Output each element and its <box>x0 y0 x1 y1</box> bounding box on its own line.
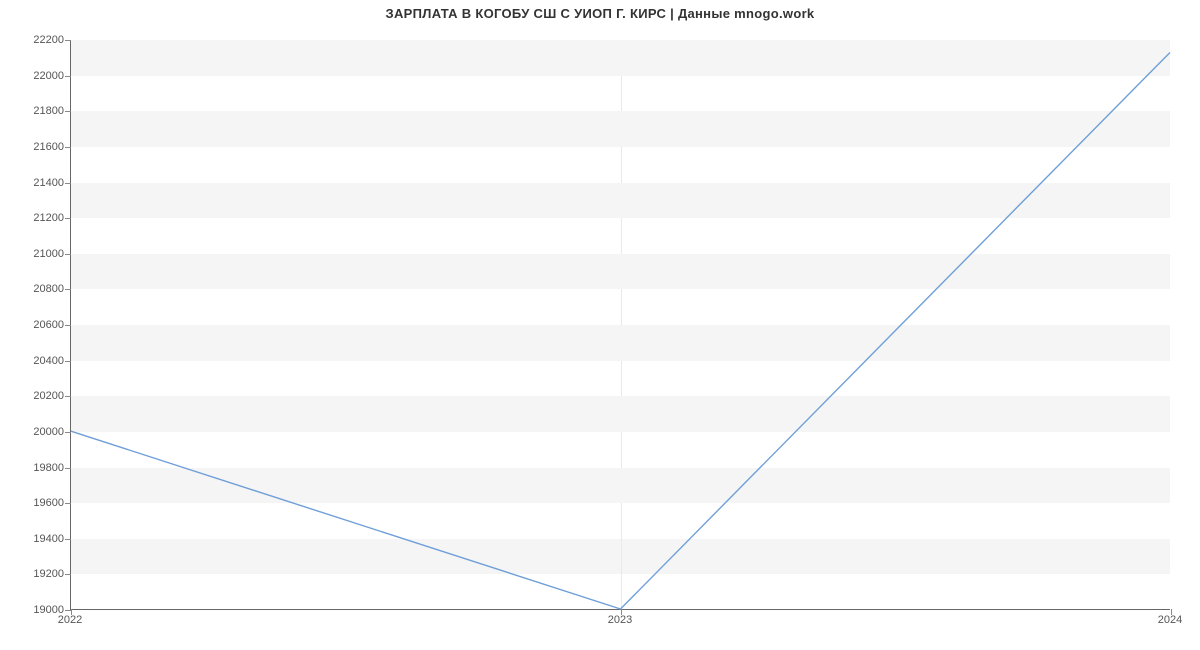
y-tick <box>65 325 71 326</box>
y-tick <box>65 289 71 290</box>
chart-container: ЗАРПЛАТА В КОГОБУ СШ С УИОП Г. КИРС | Да… <box>0 0 1200 650</box>
y-tick <box>65 468 71 469</box>
y-axis-label: 19800 <box>9 462 64 474</box>
y-axis-label: 22000 <box>9 70 64 82</box>
x-axis-label: 2022 <box>58 614 82 626</box>
line-series-layer <box>71 40 1170 609</box>
y-tick <box>65 503 71 504</box>
y-tick <box>65 396 71 397</box>
y-axis-label: 19200 <box>9 568 64 580</box>
y-axis-label: 21200 <box>9 212 64 224</box>
y-axis-label: 19400 <box>9 533 64 545</box>
y-axis-label: 20200 <box>9 390 64 402</box>
y-axis-label: 20400 <box>9 355 64 367</box>
y-tick <box>65 361 71 362</box>
x-axis-label: 2023 <box>608 614 632 626</box>
plot-area <box>70 40 1170 610</box>
y-tick <box>65 76 71 77</box>
x-axis-label: 2024 <box>1158 614 1182 626</box>
y-tick <box>65 111 71 112</box>
y-tick <box>65 147 71 148</box>
y-tick <box>65 183 71 184</box>
y-tick <box>65 539 71 540</box>
y-tick <box>65 574 71 575</box>
salary-line-series <box>71 52 1170 609</box>
y-axis-label: 20000 <box>9 426 64 438</box>
y-axis-label: 20800 <box>9 283 64 295</box>
y-tick <box>65 40 71 41</box>
y-axis-label: 22200 <box>9 34 64 46</box>
y-tick <box>65 432 71 433</box>
y-axis-label: 19600 <box>9 497 64 509</box>
y-axis-label: 20600 <box>9 319 64 331</box>
y-axis-label: 21000 <box>9 248 64 260</box>
chart-title: ЗАРПЛАТА В КОГОБУ СШ С УИОП Г. КИРС | Да… <box>0 6 1200 21</box>
y-axis-label: 21600 <box>9 141 64 153</box>
y-tick <box>65 218 71 219</box>
y-axis-label: 19000 <box>9 604 64 616</box>
y-axis-label: 21400 <box>9 177 64 189</box>
y-axis-label: 21800 <box>9 105 64 117</box>
y-tick <box>65 254 71 255</box>
